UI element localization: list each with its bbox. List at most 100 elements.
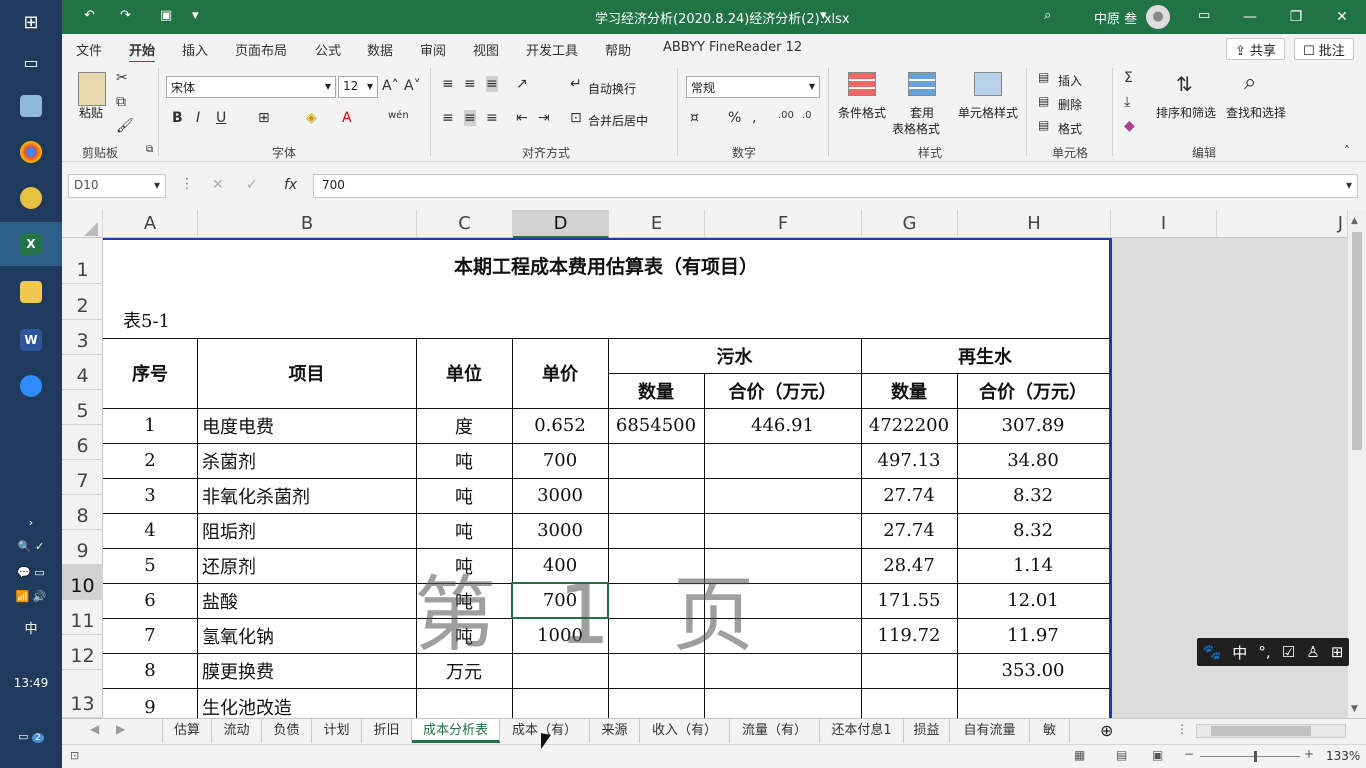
sort-filter-button[interactable]: 排序和筛选 (1156, 104, 1216, 121)
cell-qty-reclaimed[interactable]: 27.74 (861, 513, 957, 548)
undo-icon[interactable]: ↶ (84, 8, 95, 23)
col-header-b[interactable]: B (198, 210, 417, 238)
avatar[interactable]: ● (1146, 5, 1170, 29)
cell-styles-icon[interactable] (974, 72, 1002, 96)
tab-file[interactable]: 文件 (76, 40, 102, 59)
zoom-in-icon[interactable]: + (1304, 747, 1314, 761)
align-left-icon[interactable]: ≡ (442, 110, 454, 126)
title-dropdown-icon[interactable]: ▾ (820, 8, 827, 23)
ime-punct[interactable]: °, (1258, 643, 1270, 661)
col-header-e[interactable]: E (609, 210, 705, 238)
bold-button[interactable]: B (172, 110, 183, 126)
cell-item[interactable]: 杀菌剂 (197, 443, 416, 478)
clear-icon[interactable]: ◆ (1124, 118, 1135, 134)
font-color-icon[interactable]: A (342, 110, 352, 126)
ime-grid[interactable]: ⊞ (1331, 643, 1344, 661)
cell-seq[interactable]: 9 (103, 688, 197, 718)
sheet-tab[interactable]: 自有流量 (950, 719, 1030, 743)
cell-qty-sewage[interactable]: 6854500 (608, 408, 704, 443)
paste-icon[interactable] (78, 72, 106, 106)
zoom-level[interactable]: 133% (1326, 749, 1360, 763)
taskbar-zoom[interactable] (0, 364, 62, 408)
sheet-tab[interactable]: 负债 (262, 719, 312, 743)
ime-indicator[interactable]: 中 (0, 618, 62, 637)
ribbon-display-icon[interactable]: ▭ (1198, 8, 1210, 23)
next-sheet-icon[interactable]: ▶ (116, 722, 125, 736)
enter-icon[interactable]: ✓ (246, 177, 258, 193)
taskbar-app-2[interactable] (0, 176, 62, 220)
cell-qty-reclaimed[interactable]: 171.55 (861, 583, 957, 618)
borders-icon[interactable]: ⊞ (258, 110, 270, 126)
decrease-decimal-icon[interactable]: .0 (802, 110, 812, 121)
cell-price[interactable]: 0.652 (512, 408, 608, 443)
cell-total-sewage[interactable]: 446.91 (704, 408, 861, 443)
align-bottom-icon[interactable]: ≡ (486, 76, 498, 92)
tab-home[interactable]: 开始 (129, 40, 156, 64)
cell-seq[interactable]: 1 (103, 408, 197, 443)
page-layout-view-icon[interactable]: ▤ (1116, 748, 1127, 762)
row-header-11[interactable]: 11 (62, 600, 103, 635)
cell-styles-button[interactable]: 单元格样式 (958, 104, 1018, 121)
row-header-9[interactable]: 9 (62, 530, 103, 565)
cell-seq[interactable]: 7 (103, 618, 197, 653)
tab-formulas[interactable]: 公式 (315, 40, 341, 59)
col-header-c[interactable]: C (417, 210, 513, 238)
tray-network-icon[interactable]: 📶 🔊 (0, 590, 62, 603)
clock[interactable]: 13:49 (0, 676, 62, 690)
zoom-slider[interactable] (1200, 751, 1300, 762)
macro-record-icon[interactable]: ⊡ (70, 749, 79, 762)
cell-price[interactable]: 700 (512, 443, 608, 478)
tray-expand-icon[interactable]: › (0, 516, 62, 529)
row-header-12[interactable]: 12 (62, 635, 103, 670)
ime-softkbd[interactable]: ☑ (1282, 643, 1295, 661)
format-table-label-1[interactable]: 套用 (910, 104, 934, 121)
sheet-tab[interactable]: 收入（有） (640, 719, 730, 743)
decrease-indent-icon[interactable]: ⇤ (516, 110, 528, 126)
row-header-8[interactable]: 8 (62, 495, 103, 530)
redo-icon[interactable]: ↷ (120, 8, 131, 23)
more-icon[interactable]: ⋮ (180, 176, 194, 192)
tab-data[interactable]: 数据 (367, 40, 393, 59)
expand-formula-icon[interactable]: ▾ (1346, 178, 1352, 192)
wrap-text-icon[interactable]: ↵ (570, 76, 582, 92)
paste-label[interactable]: 粘贴 (79, 104, 103, 121)
format-as-table-icon[interactable] (908, 72, 936, 96)
sheet-tab[interactable]: 估算 (162, 719, 212, 743)
row-header-7[interactable]: 7 (62, 460, 103, 495)
number-format-dropdown[interactable]: 常规 ▾ (686, 76, 820, 98)
sheet-tab[interactable]: 来源 (590, 719, 640, 743)
cell-seq[interactable]: 8 (103, 653, 197, 688)
ime-lang[interactable]: 中 (1232, 642, 1247, 663)
cell-item[interactable]: 阻垢剂 (197, 513, 416, 548)
cell-item[interactable]: 生化池改造 (197, 688, 416, 718)
cell-unit[interactable]: 吨 (416, 478, 512, 513)
tray-icons-2[interactable]: 💬 ▭ (0, 566, 62, 579)
format-table-label-2[interactable]: 表格格式 (892, 120, 940, 137)
underline-button[interactable]: U (216, 110, 226, 126)
page-break-view-icon[interactable]: ▣ (1152, 748, 1163, 762)
cell-seq[interactable]: 5 (103, 548, 197, 583)
scroll-down-icon[interactable]: ▼ (1351, 704, 1358, 714)
merge-icon[interactable]: ⊡ (570, 110, 582, 126)
fill-color-icon[interactable]: ◈ (306, 110, 317, 126)
tab-help[interactable]: 帮助 (605, 40, 631, 59)
paw-icon[interactable]: 🐾 (1203, 643, 1222, 661)
sheet-tab[interactable]: 还本付息1 (820, 719, 904, 743)
tab-review[interactable]: 审阅 (420, 40, 446, 59)
zoom-out-icon[interactable]: − (1184, 747, 1194, 761)
cell-qty-reclaimed[interactable]: 28.47 (861, 548, 957, 583)
cell-seq[interactable]: 2 (103, 443, 197, 478)
cell-unit[interactable]: 吨 (416, 513, 512, 548)
name-box[interactable]: D10 ▾ (68, 174, 166, 198)
taskbar-app-1[interactable] (0, 84, 62, 128)
conditional-format-button[interactable]: 条件格式 (838, 104, 886, 121)
wrap-text-button[interactable]: 自动换行 (588, 80, 636, 97)
taskbar-chrome[interactable] (0, 130, 62, 174)
col-header-j[interactable]: J (1217, 210, 1348, 238)
scroll-up-icon[interactable]: ▲ (1351, 216, 1358, 226)
find-select-button[interactable]: 查找和选择 (1226, 104, 1286, 121)
font-name-dropdown[interactable]: 宋体 ▾ (166, 76, 336, 98)
cell-total-reclaimed[interactable]: 1.14 (957, 548, 1109, 583)
cell-qty-reclaimed[interactable]: 4722200 (861, 408, 957, 443)
cell-seq[interactable]: 4 (103, 513, 197, 548)
